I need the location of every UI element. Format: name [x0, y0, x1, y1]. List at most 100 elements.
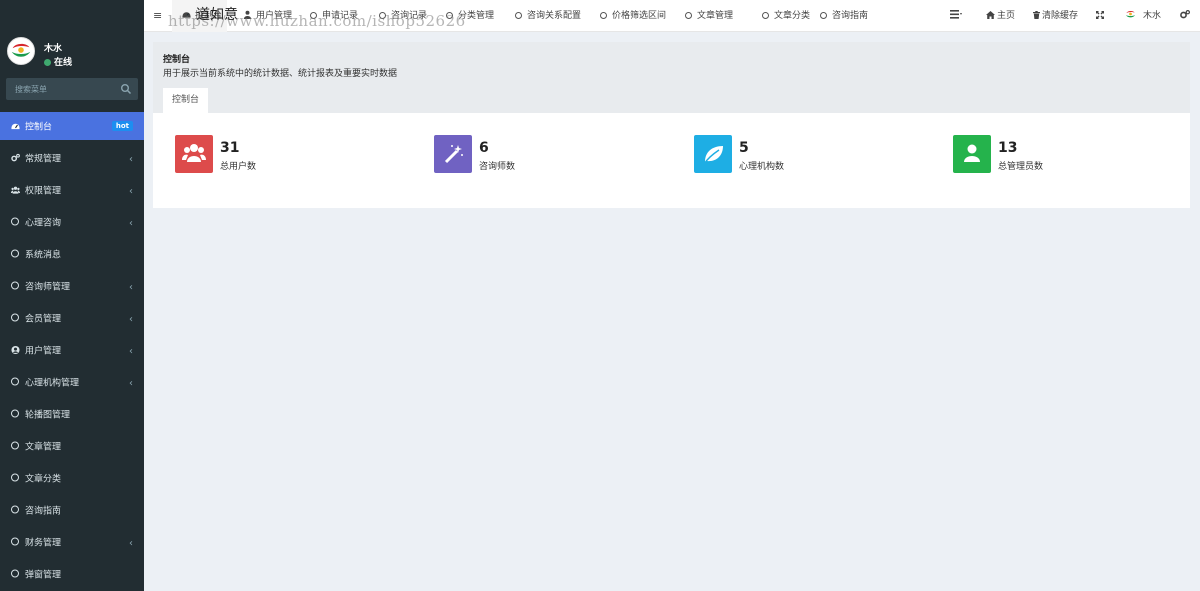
logo-area[interactable] [0, 0, 144, 32]
sidebar-item-0[interactable]: 控制台 hot [0, 112, 144, 140]
sidebar-item-3[interactable]: 心理咨询 ‹ [0, 206, 144, 238]
avatar[interactable] [7, 37, 35, 65]
more-menu-button[interactable] [950, 0, 962, 32]
sidebar-item-7[interactable]: 用户管理 ‹ [0, 334, 144, 366]
chevron-left-icon: ‹ [129, 186, 133, 198]
brand-title: 道如意 [196, 7, 238, 23]
settings-button[interactable] [1180, 0, 1191, 32]
sidebar-item-2[interactable]: 权限管理 ‹ [0, 174, 144, 206]
sidebar-item-label: 文章管理 [25, 442, 62, 453]
sidebar-item-label: 财务管理 [25, 538, 62, 549]
tab-8[interactable]: 文章分类 [752, 0, 815, 32]
sidebar-item-label: 弹窗管理 [25, 570, 62, 581]
menu-search-input[interactable] [6, 78, 116, 100]
user-avatar-small [1124, 8, 1137, 21]
sidebar-item-9[interactable]: 轮播图管理 [0, 398, 144, 430]
fullscreen-button[interactable] [1096, 0, 1104, 32]
home-link-label: 主页 [997, 11, 1016, 21]
stat-label: 咨询师数 [479, 162, 516, 172]
stat-card: 5 心理机构数 [694, 135, 894, 173]
user-icon [243, 1, 252, 19]
circle-icon [11, 249, 20, 259]
stat-value: 6 [479, 140, 489, 156]
user-panel: 木水 在线 [0, 32, 144, 74]
sidebar-item-label: 常规管理 [25, 154, 62, 165]
circle-icon [11, 473, 20, 483]
menu-search [6, 78, 138, 100]
chevron-left-icon: ‹ [129, 314, 133, 326]
search-icon[interactable] [120, 83, 132, 95]
sidebar-item-6[interactable]: 会员管理 ‹ [0, 302, 144, 334]
sidebar-item-4[interactable]: 系统消息 [0, 238, 144, 270]
sidebar-item-label: 咨询师管理 [25, 282, 71, 293]
tab-label: 咨询指南 [832, 11, 869, 21]
sidebar-item-8[interactable]: 心理机构管理 ‹ [0, 366, 144, 398]
chevron-left-icon: ‹ [129, 282, 133, 294]
chevron-left-icon: ‹ [129, 346, 133, 358]
cogs-icon [11, 153, 20, 163]
sidebar-item-label: 咨询指南 [25, 506, 62, 517]
chevron-left-icon: ‹ [129, 218, 133, 230]
home-link[interactable]: 主页 [986, 0, 1015, 32]
page-title: 控制台 [163, 55, 191, 65]
sidebar-item-label: 权限管理 [25, 186, 62, 197]
sidebar-item-11[interactable]: 文章分类 [0, 462, 144, 494]
chevron-left-icon: ‹ [129, 378, 133, 390]
tab-5[interactable]: 咨询关系配置 [505, 0, 586, 32]
circle-icon [11, 505, 20, 515]
tab-label: 文章管理 [697, 11, 734, 21]
tab-label: 价格筛选区间 [612, 11, 667, 21]
stat-label: 总用户数 [220, 162, 257, 172]
stat-card: 31 总用户数 [175, 135, 375, 173]
leaf-icon [694, 135, 732, 173]
cogs-icon [1180, 10, 1191, 19]
circle-icon [11, 281, 20, 291]
top-navbar: ≡ 控制台 用户管理 申请记录 咨询记录 分类管理 咨询关系配置 价格筛选区间 文章管理 文章分… [144, 0, 1200, 32]
chevron-left-icon: ‹ [129, 154, 133, 166]
sidebar-item-5[interactable]: 咨询师管理 ‹ [0, 270, 144, 302]
fullscreen-icon [1096, 11, 1104, 19]
sidebar: 木水 在线 控制台hot常规管理‹权限管理‹心理咨询‹系统消息咨询师管理‹会员管… [0, 0, 144, 591]
sidebar-item-label: 系统消息 [25, 250, 62, 261]
user-menu-label: 木水 [1143, 11, 1162, 21]
user-icon [953, 135, 991, 173]
tab-9[interactable]: 咨询指南 [810, 0, 873, 32]
circle-icon [685, 12, 692, 19]
tab-6[interactable]: 价格筛选区间 [590, 0, 671, 32]
circle-icon [600, 12, 607, 19]
trash-icon [1033, 11, 1040, 19]
circle-icon [11, 409, 20, 419]
sidebar-item-label: 轮播图管理 [25, 410, 71, 421]
circle-icon [11, 313, 20, 323]
chevron-left-icon: ‹ [129, 538, 133, 550]
tab-label: 文章分类 [774, 11, 811, 21]
tab-dashboard[interactable]: 控制台 [163, 88, 208, 113]
circle-icon [11, 217, 20, 227]
stat-card: 13 总管理员数 [953, 135, 1153, 173]
circle-icon [11, 441, 20, 451]
content-header: 控制台 用于展示当前系统中的统计数据、统计报表及重要实时数据 控制台 [153, 42, 1190, 113]
group-icon [11, 186, 20, 195]
tab-label: 咨询关系配置 [527, 11, 582, 21]
sidebar-item-13[interactable]: 财务管理 ‹ [0, 526, 144, 558]
sidebar-item-1[interactable]: 常规管理 ‹ [0, 142, 144, 174]
sidebar-item-10[interactable]: 文章管理 [0, 430, 144, 462]
tab-7[interactable]: 文章管理 [675, 0, 738, 32]
clear-cache-button[interactable]: 清除缓存 [1033, 0, 1078, 32]
sidebar-item-label: 控制台 [25, 122, 53, 133]
sidebar-menu: 控制台 hot 常规管理 ‹ 权限管理 ‹ 心理咨询 ‹ 系统消息 咨询师管理 ‹ 会员管理 ‹ 用户管理… [0, 112, 144, 590]
stat-value: 31 [220, 140, 240, 156]
sidebar-item-14[interactable]: 弹窗管理 [0, 558, 144, 590]
hot-badge: hot [111, 121, 133, 131]
clear-cache-label: 清除缓存 [1042, 11, 1079, 21]
user-name: 木水 [44, 44, 63, 54]
sidebar-item-label: 心理机构管理 [25, 378, 80, 389]
menu-toggle-icon[interactable]: ≡ [153, 0, 162, 32]
circle-icon [762, 12, 769, 19]
sidebar-item-12[interactable]: 咨询指南 [0, 494, 144, 526]
user-menu[interactable]: 木水 [1124, 0, 1161, 32]
circle-icon [515, 12, 522, 19]
dashboard-icon [182, 1, 191, 18]
home-icon [986, 11, 995, 19]
circle-icon [11, 377, 20, 387]
